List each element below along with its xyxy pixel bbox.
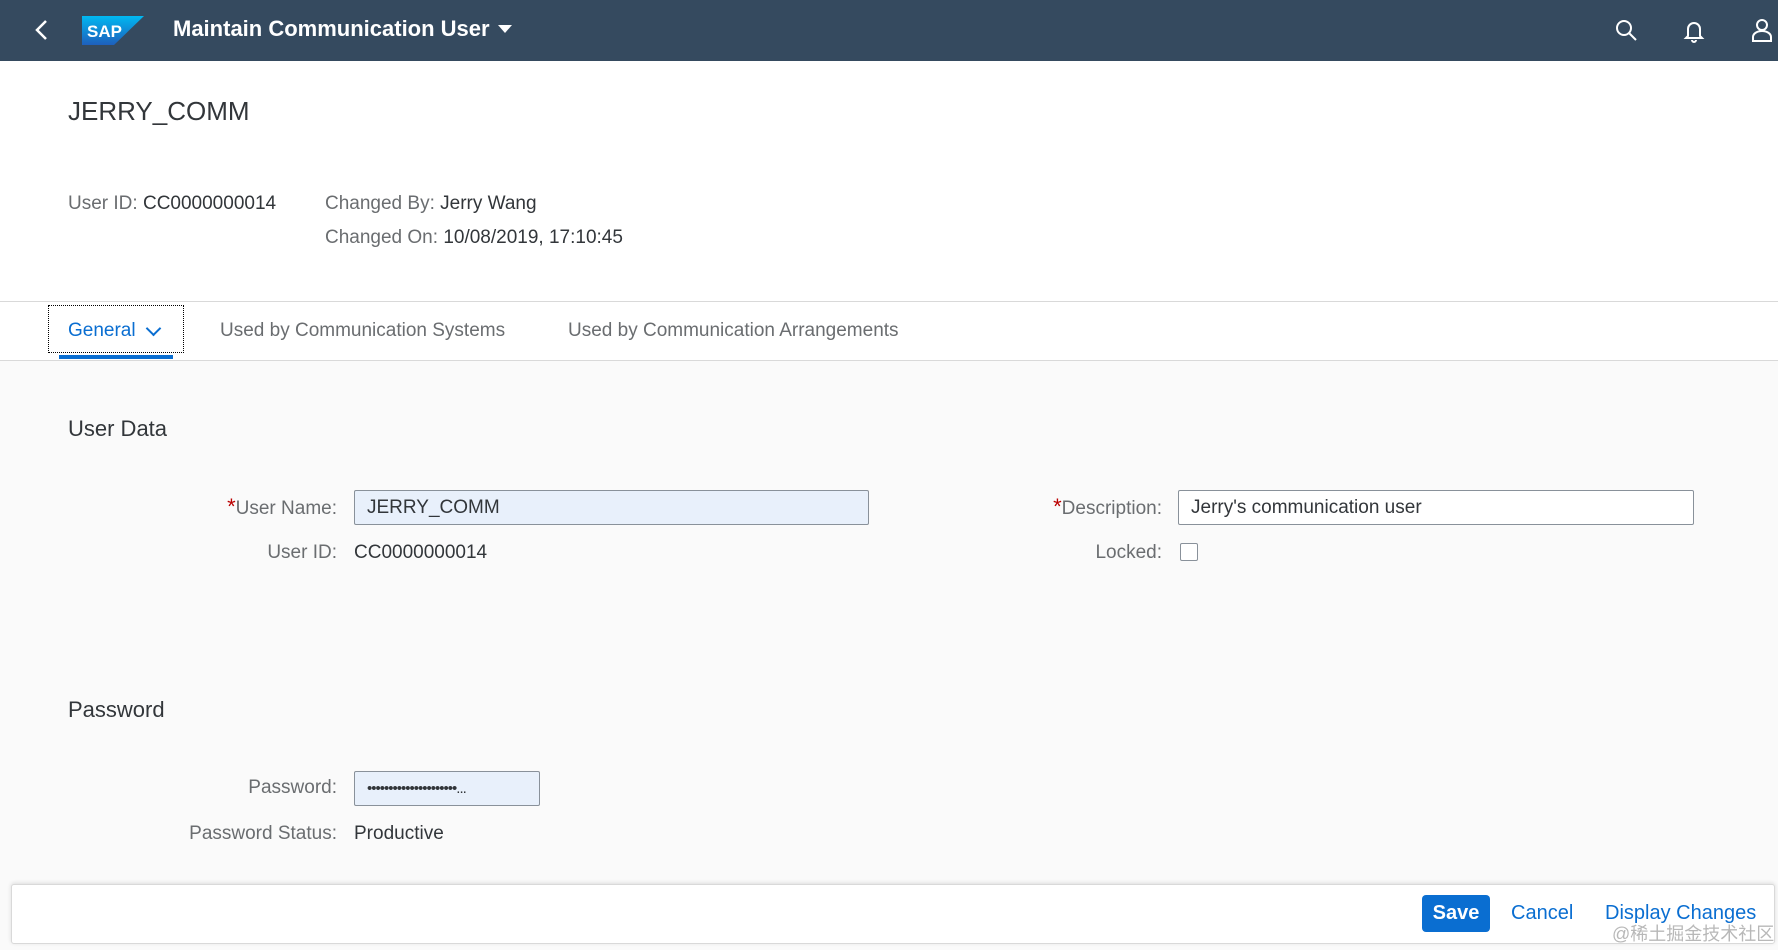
password-input[interactable] bbox=[354, 771, 540, 806]
object-header: JERRY_COMM User ID: CC0000000014 Changed… bbox=[0, 61, 1778, 302]
tab-general[interactable]: General bbox=[48, 302, 184, 360]
app-title-menu[interactable]: Maintain Communication User bbox=[173, 16, 512, 42]
password-section-title: Password bbox=[68, 697, 165, 722]
changed-on-label: Changed On: bbox=[325, 227, 439, 248]
user-name-label: *User Name: bbox=[120, 494, 337, 520]
user-data-section-title: User Data bbox=[68, 416, 168, 441]
locked-label: Locked: bbox=[1095, 542, 1162, 563]
tab-communication-arrangements[interactable]: Used by Communication Arrangements bbox=[568, 302, 899, 360]
password-status-label: Password Status: bbox=[189, 823, 337, 844]
header-user-id-value: CC0000000014 bbox=[142, 193, 277, 214]
tab-focus-outline bbox=[48, 305, 184, 353]
save-button[interactable]: Save bbox=[1422, 895, 1490, 932]
shell-bar: SAP Maintain Communication User bbox=[0, 0, 1778, 61]
user-id-label: User ID: bbox=[267, 542, 337, 563]
password-status-value: Productive bbox=[354, 823, 444, 844]
app-title: Maintain Communication User bbox=[173, 16, 490, 41]
tab-bar: General Used by Communication Systems Us… bbox=[0, 302, 1778, 361]
user-id-value: CC0000000014 bbox=[354, 542, 488, 563]
header-user-id-label: User ID: bbox=[68, 193, 138, 214]
sap-logo-text: SAP bbox=[87, 22, 122, 41]
tab-communication-arrangements-label: Used by Communication Arrangements bbox=[568, 320, 899, 341]
password-label: Password: bbox=[248, 777, 337, 798]
description-label: *Description: bbox=[940, 494, 1162, 520]
changed-on-value: 10/08/2019, 17:10:45 bbox=[443, 227, 623, 248]
caret-down-icon bbox=[497, 25, 512, 33]
object-title: JERRY_COMM bbox=[68, 96, 250, 126]
back-icon[interactable] bbox=[28, 16, 56, 44]
header-changed-on: Changed On: 10/08/2019, 17:10:45 bbox=[325, 227, 623, 249]
user-icon[interactable] bbox=[1748, 16, 1776, 44]
tab-communication-systems[interactable]: Used by Communication Systems bbox=[220, 302, 505, 360]
active-tab-indicator bbox=[59, 355, 173, 359]
search-icon[interactable] bbox=[1612, 16, 1640, 44]
tab-communication-systems-label: Used by Communication Systems bbox=[220, 320, 506, 341]
required-marker: * bbox=[227, 494, 236, 519]
sap-logo[interactable]: SAP bbox=[82, 16, 144, 45]
footer-toolbar: Save Cancel Display Changes bbox=[11, 884, 1775, 944]
required-marker: * bbox=[1053, 494, 1062, 519]
locked-checkbox[interactable] bbox=[1180, 543, 1198, 561]
watermark: @稀土掘金技术社区 bbox=[1612, 924, 1775, 944]
description-label-text: Description: bbox=[1061, 498, 1162, 519]
changed-by-label: Changed By: bbox=[325, 193, 435, 214]
header-user-id: User ID: CC0000000014 bbox=[68, 193, 276, 215]
user-name-label-text: User Name: bbox=[235, 498, 337, 519]
user-name-input[interactable] bbox=[354, 490, 869, 525]
description-input[interactable] bbox=[1178, 490, 1694, 525]
cancel-button[interactable]: Cancel bbox=[1511, 902, 1573, 925]
header-changed-by: Changed By: Jerry Wang bbox=[325, 193, 537, 215]
bell-icon[interactable] bbox=[1680, 16, 1708, 44]
changed-by-value: Jerry Wang bbox=[440, 193, 537, 214]
